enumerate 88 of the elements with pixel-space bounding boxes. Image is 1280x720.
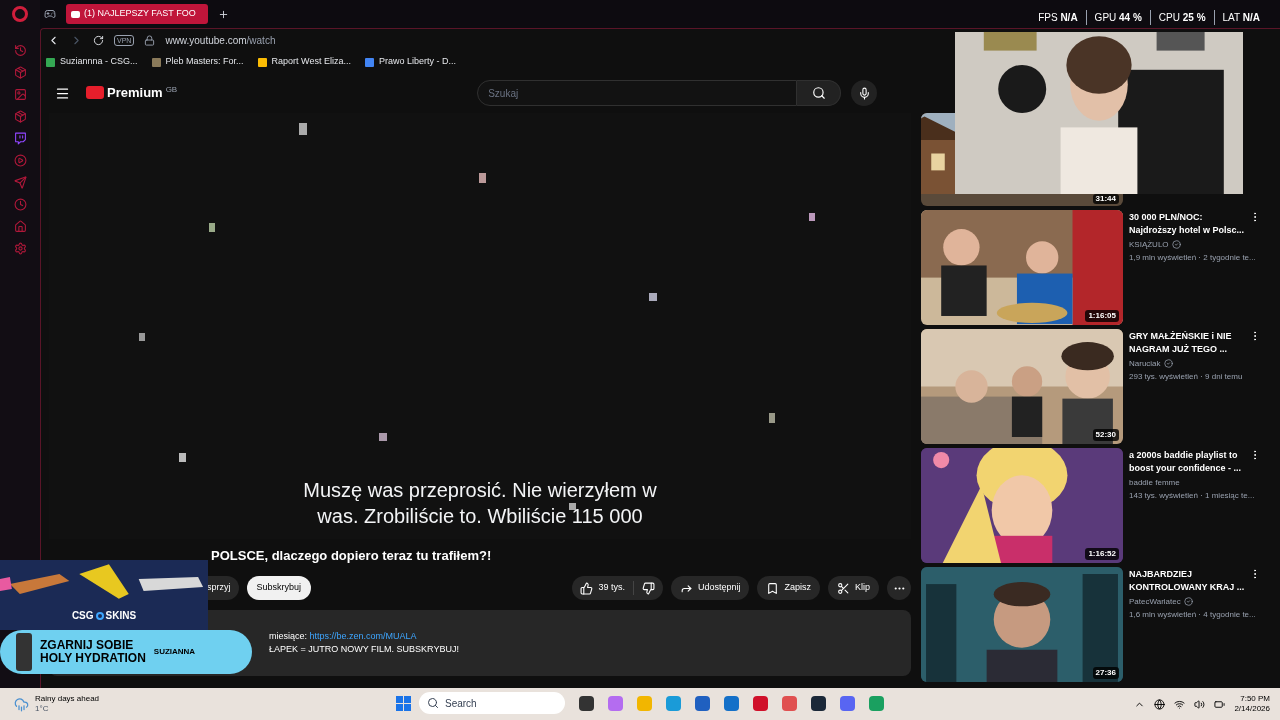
verified-icon bbox=[1171, 240, 1181, 249]
clock-icon[interactable] bbox=[13, 198, 27, 211]
recommendation-title[interactable]: 30 000 PLN/NOC: Najdroższy hotel w Polsc... bbox=[1129, 211, 1245, 237]
ad-logo-icon bbox=[95, 611, 104, 620]
send-icon[interactable] bbox=[13, 176, 27, 189]
weather-icon[interactable] bbox=[14, 696, 29, 712]
site-search-field[interactable]: Szukaj bbox=[477, 80, 798, 106]
bookmark-item[interactable]: Pleb Masters: For... bbox=[151, 55, 244, 69]
search-icon bbox=[811, 86, 826, 100]
twitch-icon[interactable] bbox=[13, 132, 27, 145]
performance-overlay: FPS N/A GPU 44 % CPU 25 % LAT N/A bbox=[1030, 10, 1268, 25]
video-thumbnail[interactable]: 27:36 bbox=[921, 567, 1123, 682]
scissors-icon bbox=[837, 581, 850, 595]
settings-icon[interactable] bbox=[13, 242, 27, 255]
voice-search-button[interactable] bbox=[851, 80, 878, 106]
video-thumbnail[interactable]: 52:30 bbox=[921, 329, 1123, 444]
save-button[interactable]: Zapisz bbox=[757, 576, 820, 600]
shaker-bottle-icon bbox=[16, 633, 32, 671]
lock-icon bbox=[144, 34, 156, 46]
microphone-icon bbox=[857, 86, 871, 100]
video-duration: 1:16:05 bbox=[1085, 310, 1119, 322]
video-thumbnail[interactable]: 31:44 bbox=[921, 194, 1123, 206]
new-tab-icon[interactable] bbox=[218, 8, 229, 20]
box-icon[interactable] bbox=[13, 110, 27, 123]
globe-icon[interactable] bbox=[1154, 698, 1166, 710]
start-icon[interactable] bbox=[396, 695, 411, 711]
video-duration: 52:30 bbox=[1092, 429, 1119, 441]
subscribe-button[interactable]: Subskrybuj bbox=[246, 576, 312, 600]
description-line: ŁAPEK = JUTRO NOWY FILM. SUBSKRYBUJ! bbox=[269, 643, 460, 656]
video-thumbnail[interactable]: 1:16:05 bbox=[921, 210, 1123, 325]
video-meta: 1,6 mln wyświetleń · 4 tygodnie te... bbox=[1129, 609, 1257, 621]
recommendation-title[interactable]: GRY MAŁŻEŃSKIE i NIE NAGRAM JUŻ TEGO ... bbox=[1129, 330, 1245, 356]
history-icon[interactable] bbox=[13, 44, 27, 57]
wifi-icon[interactable] bbox=[1174, 698, 1186, 710]
video-meta: 293 tys. wyświetleń · 9 dni temu bbox=[1129, 371, 1244, 383]
browser-logo-icon[interactable] bbox=[12, 6, 28, 22]
ad-headline: ZGARNIJ SOBIE bbox=[40, 639, 135, 652]
verified-icon bbox=[1163, 359, 1173, 368]
search-icon bbox=[427, 697, 439, 709]
youtube-icon bbox=[71, 10, 80, 18]
video-thumbnail[interactable]: 1:16:52 bbox=[921, 448, 1123, 563]
video-meta: 1,9 mln wyświetleń · 2 tygodnie te... bbox=[1129, 252, 1257, 264]
home-icon[interactable] bbox=[13, 220, 27, 233]
channel-name[interactable]: PatecWariatec bbox=[1129, 595, 1181, 608]
package-icon[interactable] bbox=[13, 66, 27, 79]
description-line: miesiące: https://be.zen.com/MUALA bbox=[269, 630, 418, 643]
play-icon[interactable] bbox=[13, 154, 27, 167]
video-duration: 31:44 bbox=[1092, 194, 1119, 204]
dislike-icon[interactable] bbox=[641, 581, 655, 595]
channel-name[interactable]: baddie femme bbox=[1129, 476, 1180, 489]
thumbs-up-icon bbox=[580, 581, 594, 595]
browser-tab[interactable]: (1) NAJLEPSZY FAST FOO bbox=[66, 4, 208, 24]
temperature-text: 1°C bbox=[35, 704, 50, 714]
bookmark-item[interactable]: Raport West Eliza... bbox=[257, 55, 351, 69]
volume-icon[interactable] bbox=[1194, 698, 1206, 710]
ad-code-text: SUZIANNA bbox=[153, 646, 196, 658]
recommendation-title[interactable]: NAJBARDZIEJ KONTROLOWANY KRAJ ... bbox=[1129, 568, 1245, 594]
bookmark-item[interactable]: Prawo Liberty - D... bbox=[364, 55, 456, 69]
clock[interactable]: 7:50 PM 2/14/2026 bbox=[1234, 694, 1270, 714]
ad-brand-text: CSG bbox=[71, 609, 94, 623]
video-meta: 143 tys. wyświetleń · 1 miesiąc te... bbox=[1129, 490, 1256, 502]
search-button[interactable] bbox=[797, 80, 842, 106]
verified-icon bbox=[1183, 597, 1193, 606]
bookmark-item[interactable]: Suziannna - CSG... bbox=[46, 55, 138, 69]
video-title: POLSCE, dlaczego dopiero teraz tu trafiłem?! bbox=[211, 548, 493, 564]
taskbar-search-field[interactable]: Search bbox=[419, 692, 565, 714]
video-caption: Muszę was przeprosić. Nie wierzyłem w was. Zrobiliście to. Wbiliście 115 000 bbox=[303, 478, 657, 529]
weather-text[interactable]: Rainy days ahead bbox=[35, 694, 100, 704]
clip-button[interactable]: Klip bbox=[828, 576, 879, 600]
recommendation-title[interactable]: a 2000s baddie playlist to boost your confidence - ... bbox=[1129, 449, 1245, 475]
channel-name[interactable]: Naruciak bbox=[1129, 357, 1161, 370]
image-icon[interactable] bbox=[13, 88, 27, 101]
channel-name[interactable]: KSIĄŻULO bbox=[1129, 238, 1169, 251]
video-duration: 27:36 bbox=[1092, 667, 1119, 679]
more-button[interactable] bbox=[887, 576, 911, 600]
ad-brand-text: SKINS bbox=[105, 609, 137, 623]
share-button[interactable]: Udostępnij bbox=[670, 576, 750, 600]
video-duration: 1:16:52 bbox=[1085, 548, 1119, 560]
youtube-logo[interactable]: Premium GB bbox=[86, 84, 178, 102]
description-link[interactable]: https://be.zen.com/MUALA bbox=[309, 631, 417, 641]
ad-headline: HOLY HYDRATION bbox=[40, 652, 146, 665]
reload-icon[interactable] bbox=[93, 34, 104, 46]
bookmark-icon bbox=[766, 581, 780, 595]
menu-icon[interactable] bbox=[55, 85, 70, 101]
address-field[interactable]: www.youtube.com/watch bbox=[165, 32, 276, 48]
battery-icon[interactable] bbox=[1214, 698, 1226, 710]
gamepad-icon[interactable] bbox=[44, 8, 56, 20]
like-dislike-control[interactable]: 39 tys. bbox=[572, 576, 663, 600]
